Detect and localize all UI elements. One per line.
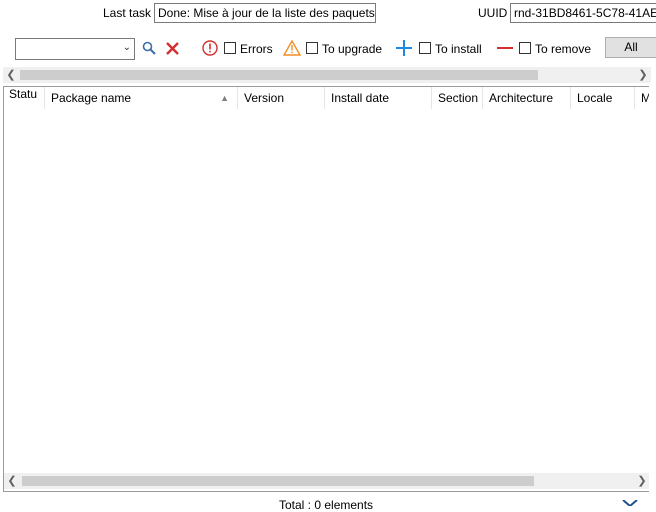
scroll-left-icon[interactable]: ❮	[3, 67, 19, 83]
scroll-right-icon[interactable]: ❯	[635, 67, 651, 83]
column-section[interactable]: Section	[432, 87, 483, 109]
column-locale[interactable]: Locale	[571, 87, 635, 109]
errors-checkbox[interactable]	[224, 42, 236, 54]
chevron-down-icon[interactable]: ⌄	[123, 39, 131, 57]
scroll-thumb[interactable]	[20, 70, 538, 80]
collapse-chevron-icon[interactable]	[622, 500, 638, 506]
uuid-field[interactable]: rnd-31BD8461-5C78-41AE	[510, 3, 656, 23]
column-install-date[interactable]: Install date	[325, 87, 432, 109]
sort-ascending-icon: ▲	[220, 93, 229, 103]
clear-icon[interactable]	[166, 42, 179, 55]
errors-label: Errors	[240, 42, 273, 56]
to-remove-checkbox[interactable]	[519, 42, 531, 54]
all-button[interactable]: All	[605, 37, 656, 58]
column-version[interactable]: Version	[238, 87, 325, 109]
column-status[interactable]: Statu	[4, 87, 45, 109]
scroll-thumb[interactable]	[22, 476, 534, 486]
to-upgrade-label: To upgrade	[322, 42, 383, 56]
column-architecture[interactable]: Architecture	[483, 87, 571, 109]
error-icon	[202, 40, 218, 56]
to-install-label: To install	[435, 42, 482, 56]
warning-icon	[283, 40, 301, 56]
search-combobox[interactable]: ⌄	[15, 38, 135, 60]
column-package-name-label: Package name	[51, 91, 132, 105]
search-icon[interactable]	[142, 41, 156, 55]
table-header: Statu Package name ▲ Version Install dat…	[4, 87, 649, 109]
package-table[interactable]: Statu Package name ▲ Version Install dat…	[3, 86, 649, 492]
to-upgrade-checkbox[interactable]	[306, 42, 318, 54]
scroll-left-icon[interactable]: ❮	[4, 473, 20, 489]
minus-icon	[497, 47, 513, 49]
all-button-label: All	[624, 40, 638, 54]
last-task-label: Last task	[103, 6, 152, 20]
bottom-horizontal-scrollbar[interactable]: ❮ ❯	[4, 473, 649, 489]
total-elements-label: Total : 0 elements	[279, 498, 374, 512]
top-horizontal-scrollbar[interactable]: ❮ ❯	[3, 67, 651, 83]
to-remove-label: To remove	[535, 42, 592, 56]
plus-icon	[396, 40, 412, 56]
to-install-checkbox[interactable]	[419, 42, 431, 54]
column-m[interactable]: M	[635, 87, 649, 109]
column-package-name[interactable]: Package name ▲	[45, 87, 238, 109]
last-task-field[interactable]: Done: Mise à jour de la liste des paquet…	[154, 3, 376, 23]
scroll-right-icon[interactable]: ❯	[634, 473, 649, 489]
uuid-label: UUID	[478, 6, 508, 20]
